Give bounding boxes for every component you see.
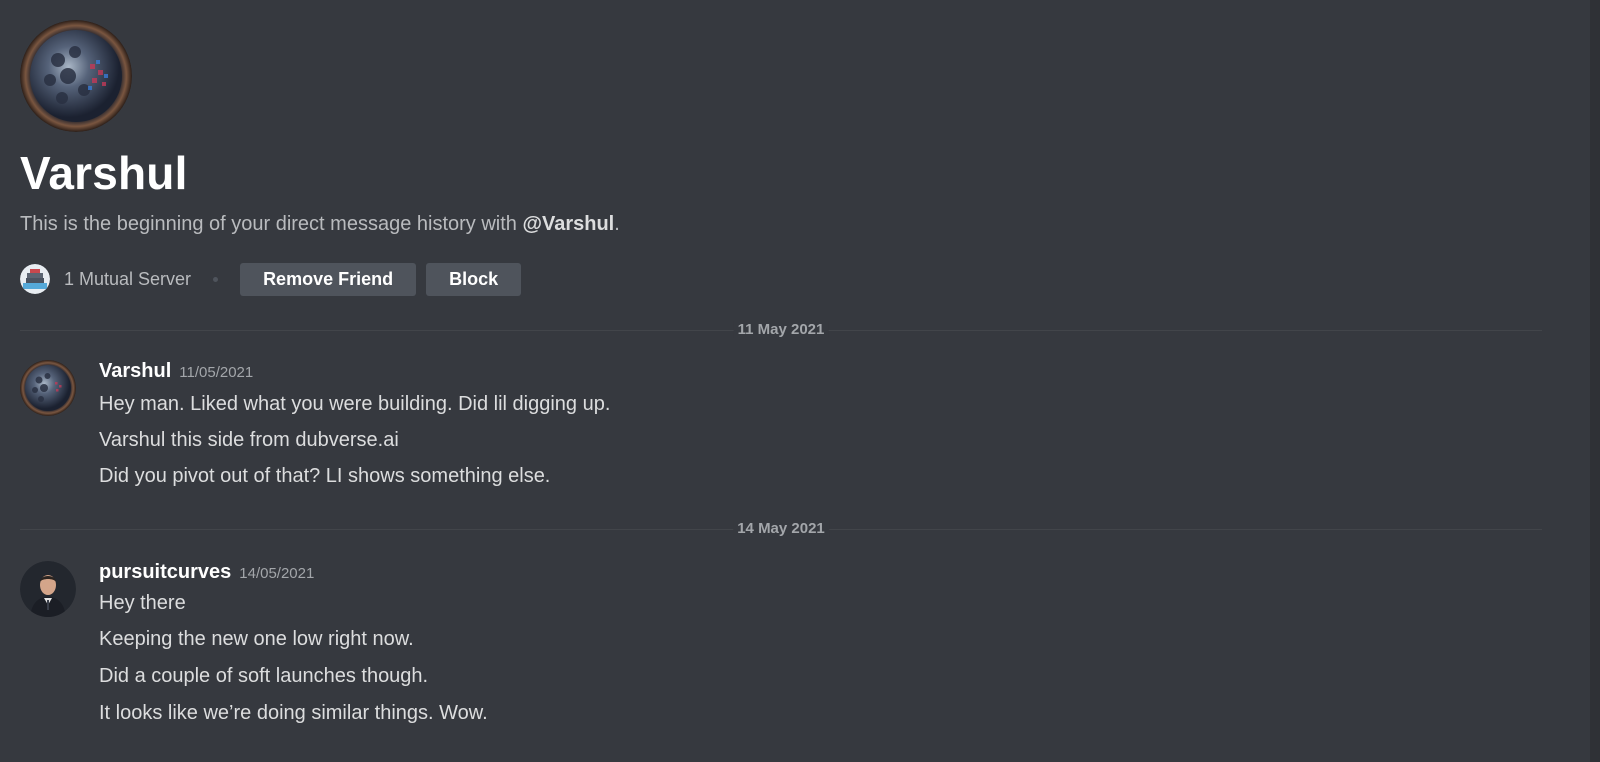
date-divider-label: 14 May 2021 — [733, 520, 829, 537]
message-author[interactable]: pursuitcurves — [99, 561, 231, 583]
message-group: Varshul 11/05/2021 Hey man. Liked what yo… — [20, 360, 720, 490]
page-title: Varshul — [20, 147, 188, 199]
message-text: Did you pivot out of that? LI shows some… — [99, 465, 551, 487]
message-timestamp: 14/05/2021 — [239, 565, 315, 582]
mutual-servers-link[interactable]: 1 Mutual Server — [64, 269, 191, 290]
planet-avatar-icon[interactable] — [20, 20, 132, 132]
message-author[interactable]: Varshul — [99, 360, 171, 382]
date-divider: 14 May 2021 — [20, 520, 1542, 537]
scrollbar-track[interactable] — [1590, 0, 1600, 762]
message-text: Did a couple of soft launches though. — [99, 665, 429, 687]
person-in-suit-avatar-icon[interactable] — [20, 561, 76, 617]
message-timestamp: 11/05/2021 — [179, 364, 254, 381]
message-group: pursuitcurves 14/05/2021 Hey there Keepin… — [20, 561, 720, 731]
intro-suffix: . — [614, 213, 620, 235]
message-text: Hey man. Liked what you were building. D… — [99, 393, 611, 415]
profile-actions-row: 1 Mutual Server Remove Friend Block — [20, 262, 531, 296]
message-text: Hey there — [99, 592, 186, 614]
message-text: Varshul this side from dubverse.ai — [99, 429, 399, 451]
block-button[interactable]: Block — [426, 262, 522, 296]
remove-friend-button[interactable]: Remove Friend — [240, 262, 417, 296]
date-divider-label: 11 May 2021 — [733, 321, 829, 338]
intro-prefix: This is the beginning of your direct mes… — [20, 213, 523, 235]
separator-dot — [213, 276, 219, 282]
user-mention[interactable]: @Varshul — [522, 213, 614, 235]
planet-avatar-icon[interactable] — [20, 360, 76, 416]
date-divider: 11 May 2021 — [20, 321, 1542, 338]
dm-intro-text: This is the beginning of your direct mes… — [20, 213, 620, 236]
message-header: pursuitcurves 14/05/2021 — [99, 561, 314, 584]
message-text: It looks like we’re doing similar things… — [99, 702, 488, 724]
dm-channel-view: Varshul This is the beginning of your di… — [0, 0, 1600, 762]
message-header: Varshul 11/05/2021 — [99, 360, 253, 383]
message-text: Keeping the new one low right now. — [99, 628, 414, 650]
cruise-ship-server-icon[interactable] — [20, 264, 50, 294]
